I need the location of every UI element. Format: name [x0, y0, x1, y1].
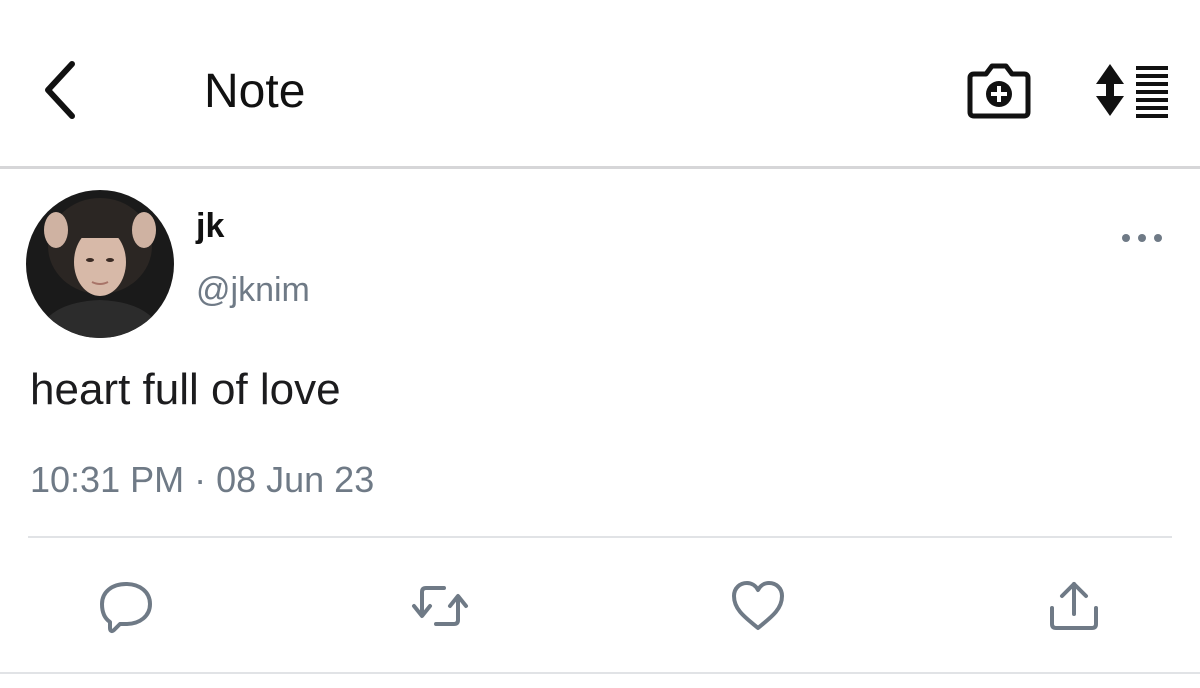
reply-icon: [100, 582, 152, 634]
header-divider: [0, 166, 1200, 169]
like-button[interactable]: [728, 578, 788, 634]
tweet-timestamp[interactable]: 10:31 PM · 08 Jun 23: [30, 458, 374, 502]
camera-add-icon: [967, 63, 1031, 119]
actions-divider: [28, 536, 1172, 538]
retweet-icon: [412, 586, 468, 626]
like-heart-icon: [732, 581, 784, 630]
display-name[interactable]: jk: [196, 206, 224, 246]
share-icon: [1050, 582, 1098, 630]
share-button[interactable]: [1044, 578, 1104, 634]
user-handle[interactable]: @jknim: [196, 270, 310, 310]
avatar[interactable]: [26, 190, 174, 338]
profile-photo: [26, 190, 174, 338]
camera-add-button[interactable]: [966, 58, 1032, 120]
bottom-divider: [0, 672, 1200, 674]
chevron-left-icon: [45, 61, 75, 119]
tweet-text: heart full of love: [30, 365, 341, 414]
back-button[interactable]: [38, 58, 84, 122]
top-navigation-bar: Note: [0, 0, 1200, 168]
retweet-button[interactable]: [410, 578, 470, 634]
more-options-button[interactable]: [1120, 228, 1164, 248]
reply-button[interactable]: [96, 578, 156, 634]
page-title: Note: [204, 65, 306, 118]
sort-timeline-button[interactable]: [1092, 60, 1172, 120]
sort-list-icon: [1096, 64, 1168, 118]
more-horizontal-icon: [1122, 234, 1162, 242]
